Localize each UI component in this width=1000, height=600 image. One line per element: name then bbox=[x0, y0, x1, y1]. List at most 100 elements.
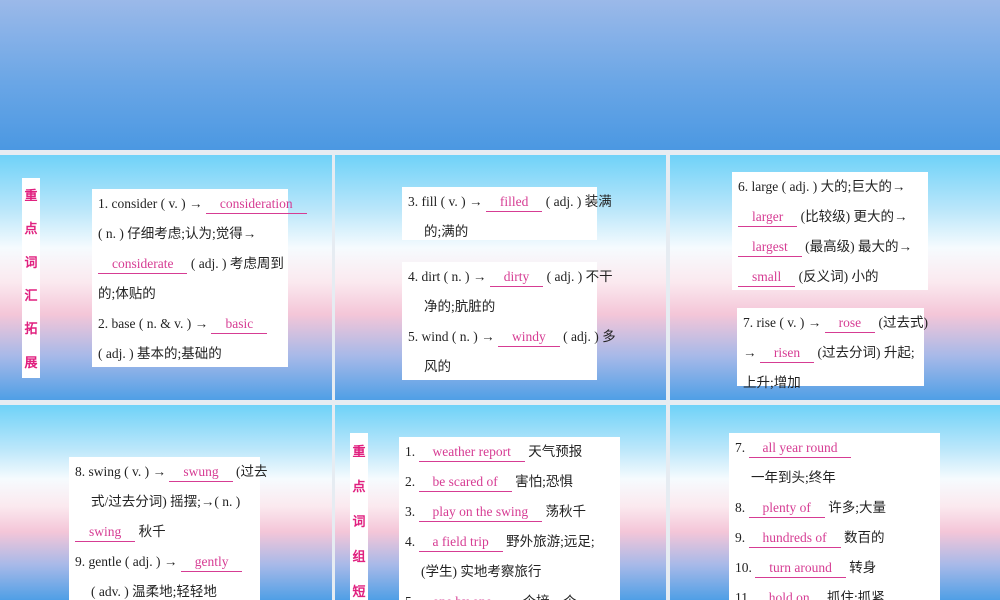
entry-text: (过去式) bbox=[875, 315, 928, 330]
entry-line: 2. be scared of 害怕;恐惧 bbox=[405, 469, 614, 499]
entry-text: 2. bbox=[405, 474, 419, 489]
entry-text: 野外旅游;远足; bbox=[502, 534, 595, 549]
answer-blank: turn around bbox=[755, 559, 846, 578]
side-label-char: 组 bbox=[352, 550, 366, 565]
answer-blank: dirty bbox=[489, 268, 544, 287]
entry-line: 10. turn around 转身 bbox=[735, 555, 934, 585]
content-box: 4. dirt ( n. ) → dirty ( adj. ) 不干 净的;肮脏的… bbox=[402, 262, 616, 380]
entry-line: 11. hold on 抓住;抓紧 bbox=[735, 585, 934, 600]
side-label-char: 词 bbox=[24, 255, 38, 271]
answer-blank: consideration bbox=[205, 195, 307, 214]
entry-text: (最高级) 最大的→ bbox=[801, 239, 912, 254]
content-box: 7. rise ( v. ) → rose (过去式) → risen (过去分词… bbox=[737, 308, 928, 390]
entry-text: (过去 bbox=[232, 464, 268, 479]
answer-blank: be scared of bbox=[418, 473, 512, 492]
slide-thumb-2[interactable]: 3. fill ( v. ) → filled ( adj. ) 装满 的;满的 … bbox=[335, 155, 666, 400]
answer-blank: gently bbox=[180, 553, 243, 572]
entry-text: 4. bbox=[405, 534, 419, 549]
title-banner bbox=[0, 0, 1000, 150]
entry-text: 6. large ( adj. ) 大的;巨大的→ bbox=[738, 179, 906, 194]
side-label-phrases: 重点词组短 bbox=[350, 433, 368, 600]
entry-text: ( adj. ) 不干 bbox=[543, 269, 613, 284]
entry-text: 秋千 bbox=[135, 524, 166, 539]
side-label-char: 汇 bbox=[24, 289, 38, 305]
answer-blank: largest bbox=[738, 238, 802, 257]
entry-line: ( adv. ) 温柔地;轻轻地 bbox=[75, 579, 254, 600]
entry-text: 抓住;抓紧 bbox=[823, 590, 885, 600]
entry-line: 的;满的 bbox=[408, 219, 591, 249]
entry-line: largest (最高级) 最大的→ bbox=[738, 234, 922, 264]
entry-text: 荡秋千 bbox=[542, 504, 587, 519]
entry-line: 上升;增加 bbox=[743, 370, 918, 400]
answer-blank: windy bbox=[498, 328, 560, 347]
entry-line: 5. wind ( n. ) → windy ( adj. ) 多 bbox=[408, 324, 616, 354]
answer-blank: swing bbox=[75, 523, 136, 542]
answer-blank: plenty of bbox=[748, 499, 825, 518]
entry-text: ( adj. ) 多 bbox=[559, 329, 616, 344]
entry-line: 2. base ( n. & v. ) → basic bbox=[98, 311, 282, 341]
answer-blank: weather report bbox=[418, 443, 525, 462]
slide-thumb-3[interactable]: 6. large ( adj. ) 大的;巨大的→ larger (比较级) 更大… bbox=[670, 155, 1000, 400]
side-label-vocab: 重点词汇拓展 bbox=[22, 178, 40, 378]
entry-text: 9. gentle ( adj. ) → bbox=[75, 554, 181, 569]
entry-text: 9. bbox=[735, 530, 749, 545]
entry-line: ( adj. ) 基本的;基础的 bbox=[98, 341, 282, 371]
answer-blank: hold on bbox=[755, 589, 824, 600]
entry-line: 6. large ( adj. ) 大的;巨大的→ bbox=[738, 174, 922, 204]
entry-text: → bbox=[743, 345, 760, 360]
content-box: 1. consider ( v. ) → consideration ( n. )… bbox=[92, 189, 307, 367]
answer-blank: filled bbox=[485, 193, 543, 212]
side-label-char: 重 bbox=[352, 445, 366, 460]
entry-line: 9. gentle ( adj. ) → gently bbox=[75, 549, 254, 579]
entry-text: 1. consider ( v. ) → bbox=[98, 196, 206, 211]
answer-blank: basic bbox=[211, 315, 268, 334]
slide-thumb-4[interactable]: 8. swing ( v. ) → swung (过去 式/过去分词) 摇摆;→(… bbox=[0, 405, 332, 600]
entry-line: (学生) 实地考察旅行 bbox=[405, 559, 614, 589]
content-box: 3. fill ( v. ) → filled ( adj. ) 装满 的;满的 bbox=[402, 187, 612, 240]
answer-blank: play on the swing bbox=[418, 503, 543, 522]
entry-text: 3. bbox=[405, 504, 419, 519]
entry-line: 一年到头;终年 bbox=[735, 465, 934, 495]
answer-blank: risen bbox=[759, 344, 815, 363]
side-label-char: 点 bbox=[24, 222, 38, 238]
entry-text: 2. base ( n. & v. ) → bbox=[98, 316, 212, 331]
entry-line: 式/过去分词) 摇摆;→( n. ) bbox=[75, 489, 254, 519]
entry-text: 7. bbox=[735, 440, 749, 455]
side-label-char: 拓 bbox=[24, 322, 38, 338]
side-label-char: 点 bbox=[352, 480, 366, 495]
slide-thumb-5[interactable]: 重点词组短 1. weather report 天气预报 2. be scared… bbox=[335, 405, 666, 600]
entry-line: 4. dirt ( n. ) → dirty ( adj. ) 不干 bbox=[408, 264, 613, 294]
entry-line: small (反义词) 小的 bbox=[738, 264, 922, 294]
entry-text: 式/过去分词) 摇摆;→( n. ) bbox=[91, 494, 241, 509]
entry-text: 8. bbox=[735, 500, 749, 515]
entry-text: ( n. ) 仔细考虑;认为;觉得→ bbox=[98, 226, 257, 241]
entry-line: 3. play on the swing 荡秋千 bbox=[405, 499, 614, 529]
entry-text: 11. bbox=[735, 590, 755, 600]
entry-line: considerate ( adj. ) 考虑周到 bbox=[98, 251, 284, 281]
entry-line: swing 秋千 bbox=[75, 519, 254, 549]
entry-text: 3. fill ( v. ) → bbox=[408, 194, 486, 209]
entry-text: 5. bbox=[405, 594, 419, 600]
entry-line: 9. hundreds of 数百的 bbox=[735, 525, 934, 555]
entry-text: 7. rise ( v. ) → bbox=[743, 315, 825, 330]
slide-thumb-6[interactable]: 7. all year round 一年到头;终年 8. plenty of 许多;… bbox=[670, 405, 1000, 600]
entry-line: ( n. ) 仔细考虑;认为;觉得→ bbox=[98, 221, 282, 251]
content-box: 8. swing ( v. ) → swung (过去 式/过去分词) 摇摆;→(… bbox=[69, 457, 268, 600]
entry-text: 数百的 bbox=[840, 530, 885, 545]
side-label-char: 重 bbox=[24, 189, 38, 205]
answer-blank: small bbox=[738, 268, 796, 287]
slide-thumb-1[interactable]: 重点词汇拓展 1. consider ( v. ) → consideratio… bbox=[0, 155, 332, 400]
answer-blank: one by one bbox=[419, 593, 506, 600]
entry-text: 10. bbox=[735, 560, 756, 575]
entry-line: 净的;肮脏的 bbox=[408, 294, 591, 324]
entry-text: (过去分词) 升起; bbox=[814, 345, 915, 360]
entry-line: 的;体贴的 bbox=[98, 281, 282, 311]
entry-text: ( adj. ) 基本的;基础的 bbox=[98, 346, 222, 361]
entry-text: ( adj. ) 考虑周到 bbox=[187, 256, 284, 271]
answer-blank: hundreds of bbox=[748, 529, 841, 548]
answer-blank: a field trip bbox=[418, 533, 503, 552]
answer-blank: larger bbox=[738, 208, 798, 227]
entry-text: 许多;大量 bbox=[824, 500, 887, 515]
answer-blank: considerate bbox=[98, 255, 188, 274]
content-box: 7. all year round 一年到头;终年 8. plenty of 许多;… bbox=[729, 433, 940, 600]
